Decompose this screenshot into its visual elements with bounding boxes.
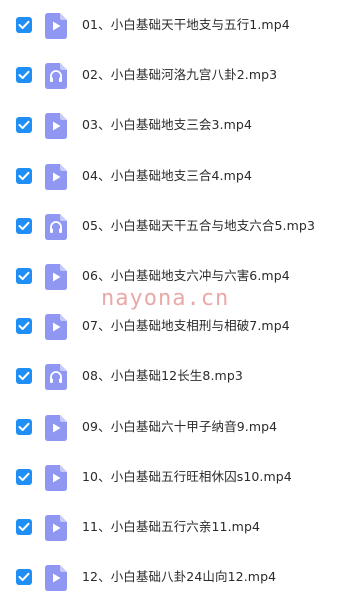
file-name[interactable]: 03、小白基础地支三会3.mp4 — [82, 115, 252, 135]
watermark-text: nayona.cn — [101, 286, 230, 311]
file-checkbox[interactable] — [16, 418, 32, 435]
file-checkbox[interactable] — [16, 17, 32, 33]
file-row[interactable]: 04、小白基础地支三合4.mp4 — [0, 156, 349, 196]
file-checkbox[interactable] — [16, 167, 32, 184]
check-icon — [18, 70, 30, 80]
file-checkbox[interactable] — [16, 519, 32, 535]
video-file-icon — [45, 163, 67, 190]
check-icon — [18, 372, 30, 381]
video-file-icon — [45, 314, 67, 341]
file-name[interactable]: 12、小白基础八卦24山向12.mp4 — [82, 567, 276, 587]
video-file-icon — [45, 515, 67, 541]
file-name[interactable]: 02、小白基础河洛九宫八卦2.mp3 — [82, 65, 277, 85]
file-checkbox[interactable] — [16, 67, 32, 84]
file-name[interactable]: 05、小白基础天干五合与地支六合5.mp3 — [82, 216, 315, 236]
check-icon — [18, 271, 30, 280]
file-name[interactable]: 08、小白基础12长生8.mp3 — [82, 366, 243, 386]
file-checkbox[interactable] — [16, 268, 32, 284]
audio-file-icon — [45, 213, 67, 240]
file-row[interactable]: 09、小白基础六十甲子纳音9.mp4 — [0, 407, 349, 447]
audio-file-icon — [45, 364, 67, 391]
file-name[interactable]: 04、小白基础地支三合4.mp4 — [82, 166, 252, 186]
audio-file-icon — [45, 63, 67, 90]
file-name[interactable]: 09、小白基础六十甲子纳音9.mp4 — [82, 417, 277, 437]
file-name[interactable]: 07、小白基础地支相刑与相破7.mp4 — [82, 316, 290, 336]
video-file-icon — [45, 565, 67, 592]
file-row[interactable]: 10、小白基础五行旺相休囚s10.mp4 — [0, 457, 349, 497]
file-row[interactable]: 02、小白基础河洛九宫八卦2.mp3 — [0, 55, 349, 95]
file-row[interactable]: 08、小白基础12长生8.mp3 — [0, 356, 349, 396]
video-file-icon — [45, 414, 67, 441]
file-row[interactable]: 03、小白基础地支三会3.mp4 — [0, 105, 349, 145]
video-file-icon — [45, 264, 67, 290]
check-icon — [18, 321, 30, 331]
file-name[interactable]: 01、小白基础天干地支与五行1.mp4 — [82, 15, 290, 35]
file-name[interactable]: 11、小白基础五行六亲11.mp4 — [82, 517, 260, 537]
check-icon — [18, 522, 30, 531]
file-row[interactable]: 12、小白基础八卦24山向12.mp4 — [0, 557, 349, 597]
file-row[interactable]: 05、小白基础天干五合与地支六合5.mp3 — [0, 206, 349, 246]
file-checkbox[interactable] — [16, 117, 32, 134]
check-icon — [18, 121, 30, 130]
check-icon — [18, 221, 30, 230]
file-checkbox[interactable] — [16, 318, 32, 335]
file-checkbox[interactable] — [16, 468, 32, 485]
file-checkbox[interactable] — [16, 569, 32, 586]
file-checkbox[interactable] — [16, 368, 32, 385]
check-icon — [18, 472, 30, 481]
check-icon — [18, 572, 30, 582]
file-row[interactable]: 11、小白基础五行六亲11.mp4 — [0, 507, 349, 547]
check-icon — [18, 20, 30, 29]
video-file-icon — [45, 464, 67, 491]
file-checkbox[interactable] — [16, 217, 32, 234]
check-icon — [18, 171, 30, 180]
video-file-icon — [45, 13, 67, 39]
file-name[interactable]: 06、小白基础地支六冲与六害6.mp4 — [82, 266, 290, 286]
file-name[interactable]: 10、小白基础五行旺相休囚s10.mp4 — [82, 467, 292, 487]
check-icon — [18, 422, 30, 431]
file-row[interactable]: 01、小白基础天干地支与五行1.mp4 — [0, 5, 349, 45]
video-file-icon — [45, 113, 67, 140]
